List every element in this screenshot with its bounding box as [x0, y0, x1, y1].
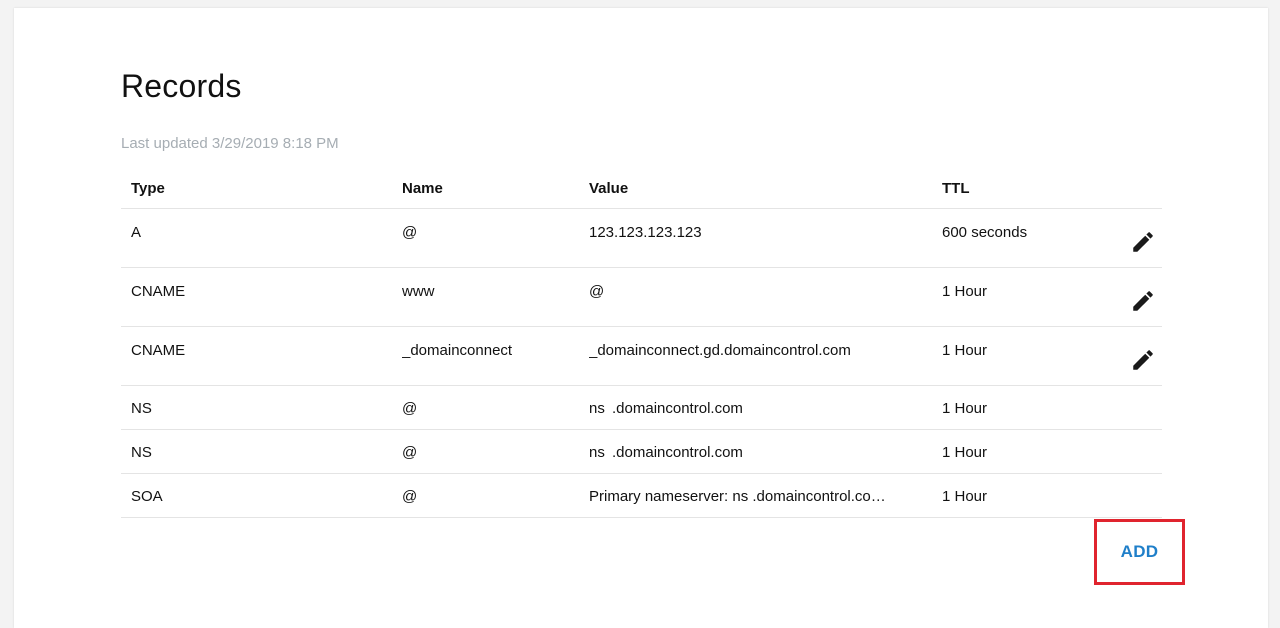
table-row: NS @ ns .domaincontrol.com 1 Hour: [121, 430, 1162, 474]
record-ttl: 1 Hour: [942, 488, 988, 505]
record-type: NS: [131, 400, 152, 417]
records-table: Type Name Value TTL A @ 123.123.123.123 …: [121, 170, 1162, 518]
record-value: @: [589, 283, 605, 300]
record-type: CNAME: [131, 342, 186, 359]
record-name: www: [402, 283, 435, 300]
record-name: @: [402, 400, 418, 417]
record-ttl: 1 Hour: [942, 342, 988, 359]
record-value: Primary nameserver: ns .domaincontrol.co…: [589, 488, 886, 505]
record-type: A: [131, 224, 142, 241]
edit-record-button[interactable]: [1128, 286, 1158, 316]
table-row: SOA @ Primary nameserver: ns .domaincont…: [121, 474, 1162, 518]
record-name: _domainconnect: [402, 342, 513, 359]
record-type: CNAME: [131, 283, 186, 300]
record-ttl: 1 Hour: [942, 444, 988, 461]
add-record-button[interactable]: ADD: [1097, 522, 1182, 582]
table-row: CNAME _domainconnect _domainconnect.gd.d…: [121, 327, 1162, 386]
edit-record-button[interactable]: [1128, 345, 1158, 375]
record-value: _domainconnect.gd.domaincontrol.com: [589, 342, 851, 359]
column-header-name: Name: [402, 180, 443, 197]
record-name: @: [402, 444, 418, 461]
record-value: ns .domaincontrol.com: [589, 400, 743, 417]
records-card: Records Last updated 3/29/2019 8:18 PM T…: [14, 8, 1268, 628]
record-value: 123.123.123.123: [589, 224, 702, 241]
record-name: @: [402, 488, 418, 505]
add-button-highlight: ADD: [1094, 519, 1185, 585]
last-updated-text: Last updated 3/29/2019 8:18 PM: [121, 135, 339, 152]
record-type: SOA: [131, 488, 163, 505]
column-header-type: Type: [131, 180, 165, 197]
record-type: NS: [131, 444, 152, 461]
record-ttl: 600 seconds: [942, 224, 1028, 241]
column-header-ttl: TTL: [942, 180, 970, 197]
pencil-icon: [1133, 291, 1153, 311]
record-ttl: 1 Hour: [942, 283, 988, 300]
record-value: ns .domaincontrol.com: [589, 444, 743, 461]
table-row: NS @ ns .domaincontrol.com 1 Hour: [121, 386, 1162, 430]
table-header-row: Type Name Value TTL: [121, 170, 1162, 209]
record-name: @: [402, 224, 418, 241]
table-row: CNAME www @ 1 Hour: [121, 268, 1162, 327]
record-ttl: 1 Hour: [942, 400, 988, 417]
column-header-value: Value: [589, 180, 629, 197]
pencil-icon: [1133, 232, 1153, 252]
pencil-icon: [1133, 350, 1153, 370]
edit-record-button[interactable]: [1128, 227, 1158, 257]
page-title: Records: [121, 68, 242, 104]
table-row: A @ 123.123.123.123 600 seconds: [121, 209, 1162, 268]
